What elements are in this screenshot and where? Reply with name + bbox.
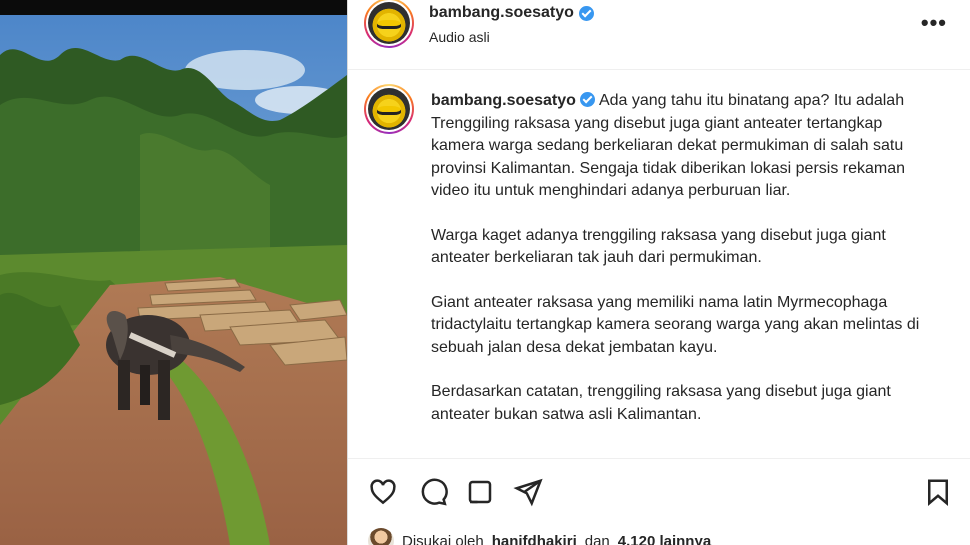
more-horizontal-icon[interactable]: ••• [921, 10, 947, 36]
avatar[interactable] [364, 0, 414, 48]
caption-text: bambang.soesatyo Ada yang tahu itu binat… [431, 90, 936, 448]
video-frame-anteater [0, 15, 347, 545]
audio-label[interactable]: Audio asli [429, 29, 490, 45]
send-icon[interactable] [513, 477, 543, 507]
post-panel: bambang.soesatyo Audio asli ••• bambang.… [347, 0, 970, 545]
likes-line: Disukai oleh hanifdhakiri dan 4.120 lain… [368, 526, 711, 545]
caption-username[interactable]: bambang.soesatyo [431, 92, 576, 109]
caption-paragraph: Giant anteater raksasa yang memiliki nam… [431, 293, 920, 356]
caption-paragraph: bambang.soesatyo Ada yang tahu itu binat… [431, 92, 906, 199]
heart-icon[interactable] [368, 477, 398, 507]
post-video[interactable] [0, 0, 347, 545]
header-username[interactable]: bambang.soesatyo [429, 4, 594, 22]
share-icon[interactable] [465, 477, 495, 507]
verified-badge-icon [580, 92, 596, 107]
caption-avatar[interactable] [364, 84, 414, 134]
verified-badge-icon [578, 5, 594, 21]
bookmark-icon[interactable] [923, 477, 953, 507]
caption-section: bambang.soesatyo Ada yang tahu itu binat… [348, 70, 970, 455]
liker-avatar[interactable] [368, 528, 394, 545]
action-bar [348, 458, 970, 528]
liker-username[interactable]: hanifdhakiri [492, 533, 577, 545]
likes-count[interactable]: 4.120 lainnya [618, 533, 711, 545]
caption-paragraph: Berdasarkan catatan, trenggiling raksasa… [431, 383, 891, 423]
video-top-bar [0, 0, 347, 15]
comment-icon[interactable] [418, 477, 448, 507]
post-header: bambang.soesatyo Audio asli ••• [348, 0, 970, 70]
caption-paragraph: Warga kaget adanya trenggiling raksasa y… [431, 226, 886, 267]
